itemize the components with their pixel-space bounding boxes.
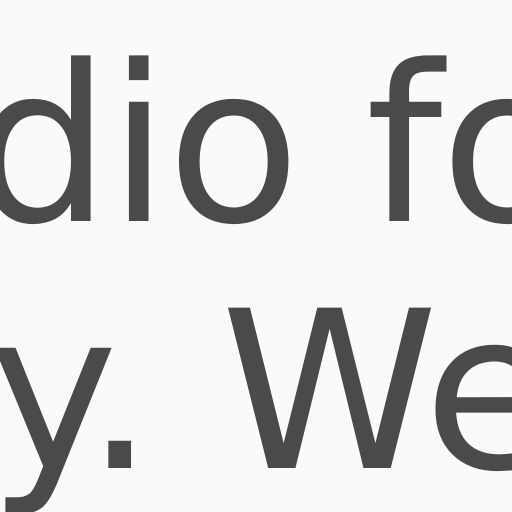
zoomed-text-viewport: dio fo y. We (0, 0, 512, 512)
text-line-1: dio fo (0, 20, 512, 273)
text-line-2: y. We (0, 264, 512, 512)
